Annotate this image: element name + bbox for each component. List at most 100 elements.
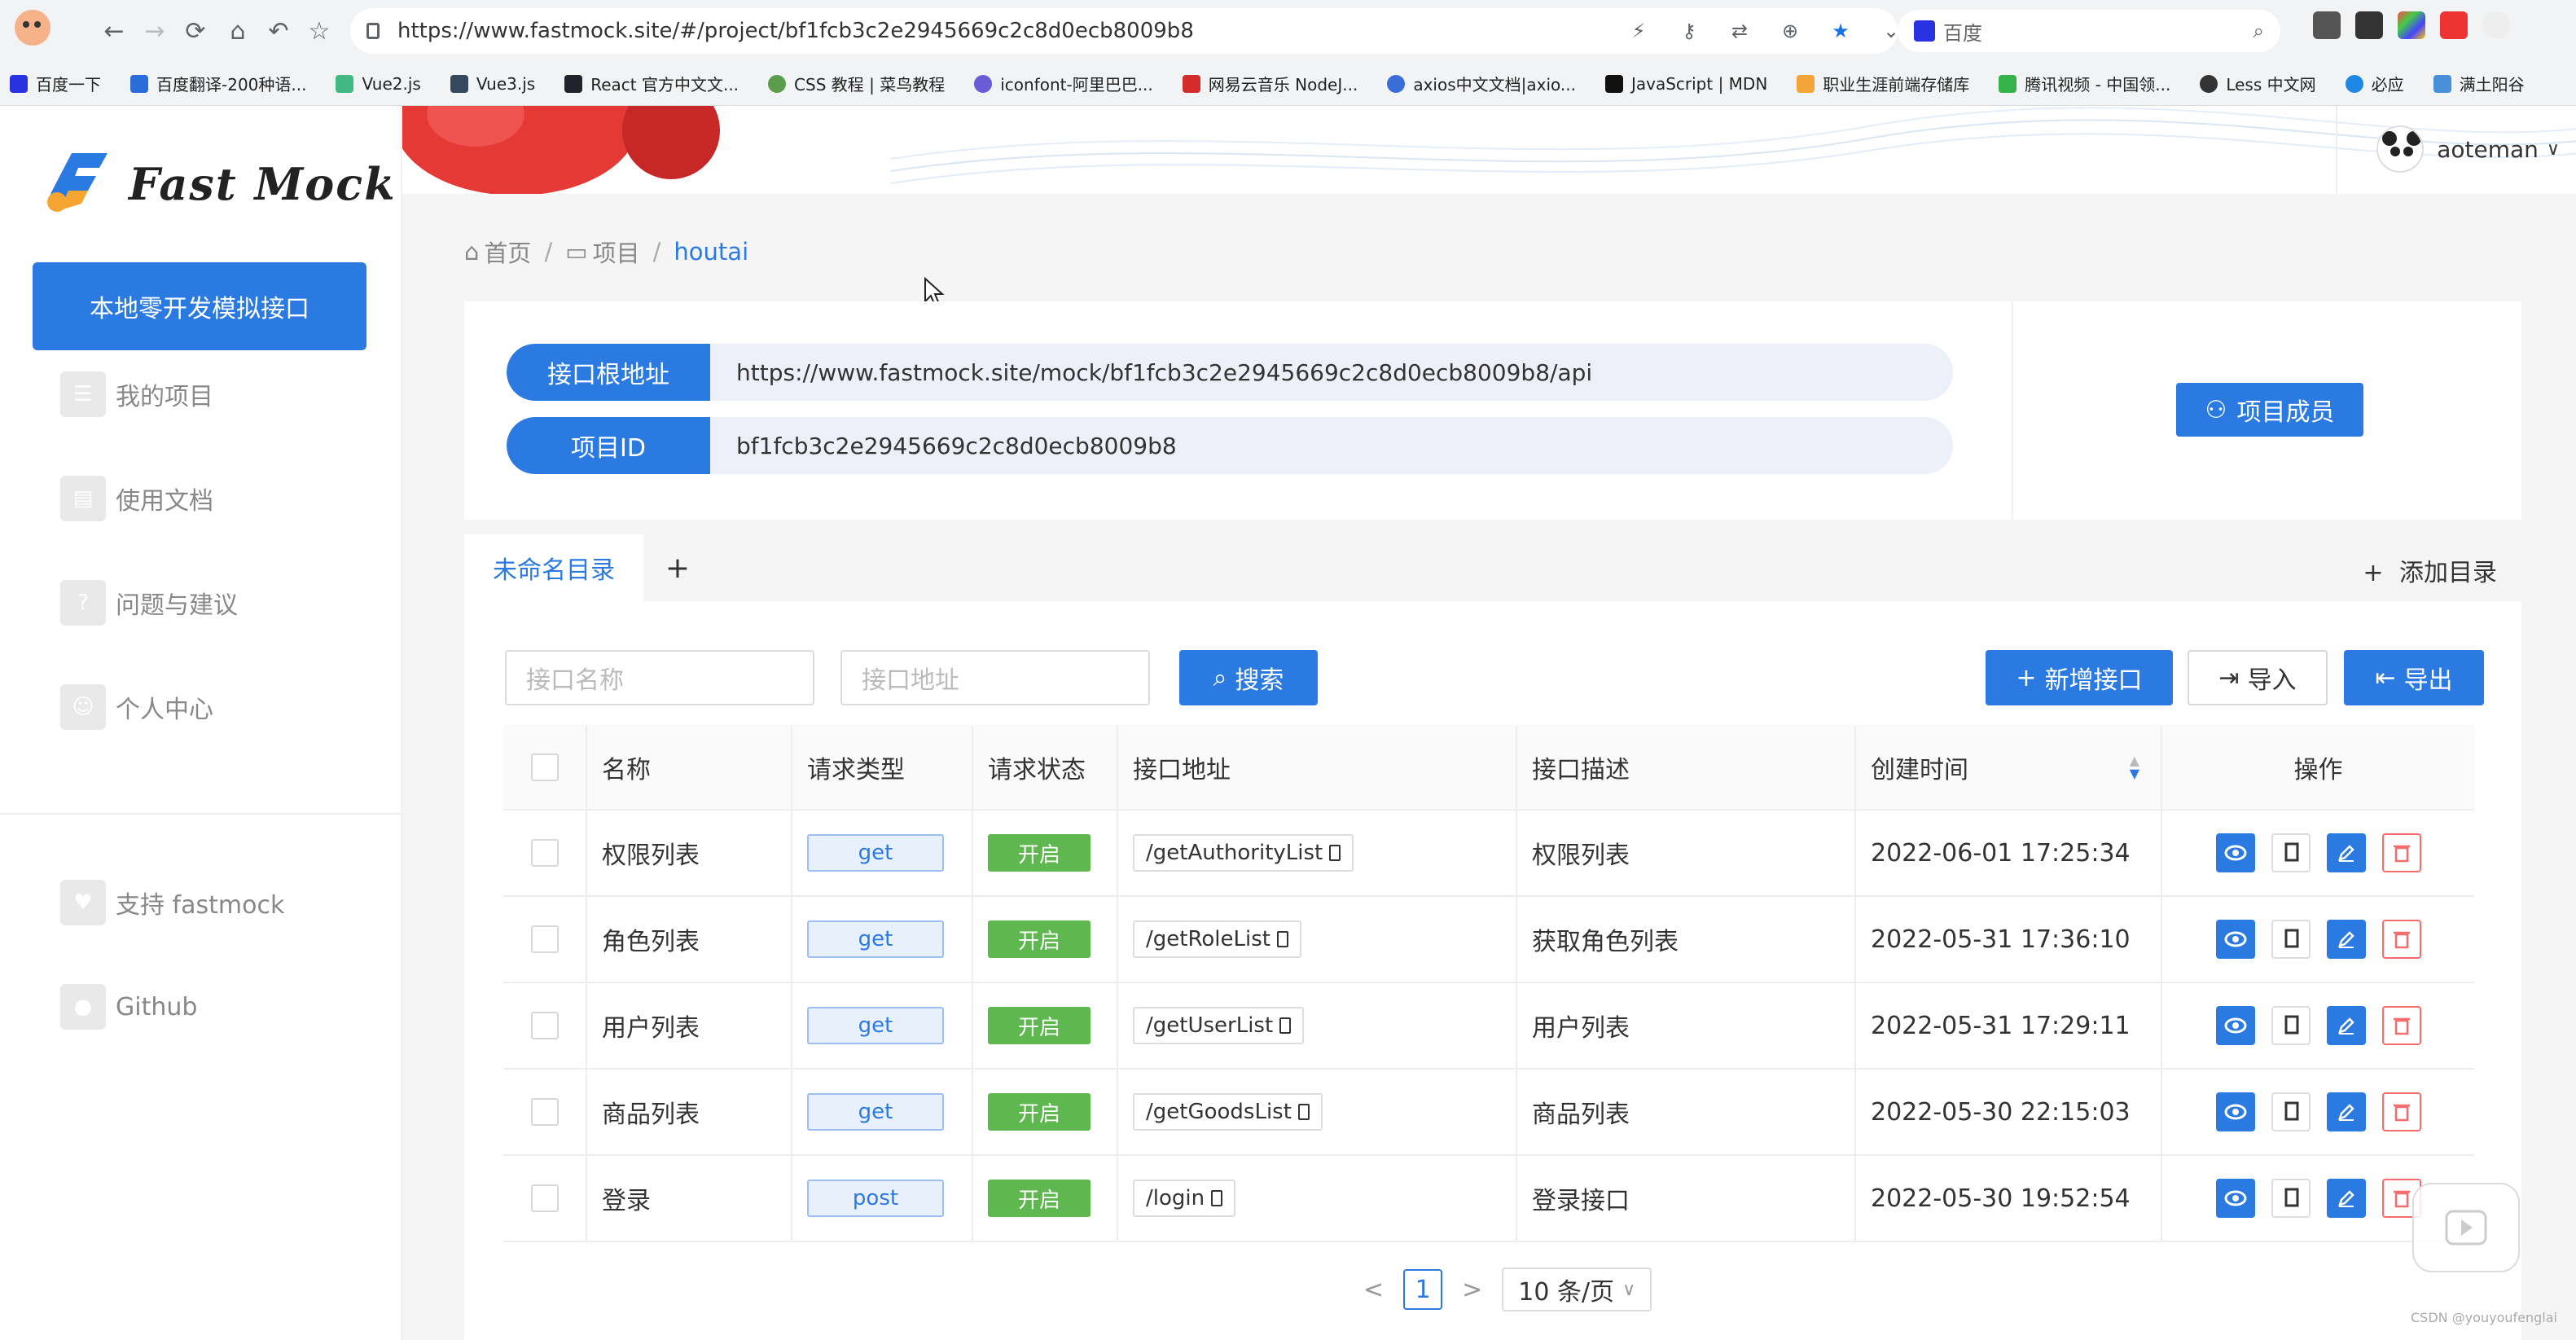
copy-icon[interactable]: [1276, 931, 1288, 947]
copy-button[interactable]: [2271, 833, 2311, 872]
status-toggle[interactable]: 开启: [988, 920, 1091, 958]
lightning-icon[interactable]: ⚡: [1621, 13, 1657, 49]
view-button[interactable]: [2215, 1179, 2255, 1218]
path-tag[interactable]: /getRoleList: [1133, 920, 1301, 958]
moon-icon[interactable]: [2482, 11, 2510, 39]
sidebar-item-support[interactable]: ♥ 支持 fastmock: [60, 880, 284, 925]
next-page-button[interactable]: >: [1462, 1276, 1482, 1304]
bookmark[interactable]: axios中文文档|axio...: [1387, 72, 1576, 95]
interface-name-input[interactable]: 接口名称: [505, 650, 814, 705]
local-mock-cta-button[interactable]: 本地零开发模拟接口: [33, 262, 366, 350]
bookmark[interactable]: 满土阳谷: [2433, 72, 2525, 95]
extension-icon[interactable]: [2440, 11, 2468, 39]
breadcrumb-home[interactable]: 首页: [484, 235, 531, 269]
star-filled-icon[interactable]: ★: [1823, 13, 1858, 49]
view-button[interactable]: [2215, 833, 2255, 872]
copy-icon[interactable]: [1211, 1190, 1223, 1206]
import-button[interactable]: ⇥ 导入: [2188, 650, 2328, 705]
view-button[interactable]: [2215, 920, 2255, 959]
copy-icon[interactable]: [1329, 845, 1341, 861]
sort-icon[interactable]: ▲ ▼: [2130, 754, 2139, 780]
project-members-button[interactable]: ⚇ 项目成员: [2176, 383, 2363, 437]
breadcrumb-projects[interactable]: 项目: [593, 235, 640, 269]
undo-icon[interactable]: ↶: [261, 13, 296, 49]
project-id-value[interactable]: bf1fcb3c2e2945669c2c8d0ecb8009b8: [710, 433, 1177, 459]
edit-button[interactable]: [2326, 1006, 2366, 1045]
search-icon[interactable]: ⌕: [2253, 20, 2264, 42]
bookmark[interactable]: iconfont-阿里巴巴...: [974, 72, 1153, 95]
status-toggle[interactable]: 开启: [988, 1093, 1091, 1131]
reload-icon[interactable]: ⟳: [178, 13, 213, 49]
bookmark[interactable]: Vue3.js: [450, 74, 535, 94]
status-toggle[interactable]: 开启: [988, 1180, 1091, 1217]
extension-icon[interactable]: [2355, 11, 2383, 39]
prev-page-button[interactable]: <: [1363, 1276, 1384, 1304]
copy-icon[interactable]: [1279, 1017, 1292, 1034]
forward-icon[interactable]: →: [137, 13, 173, 49]
delete-button[interactable]: [2381, 1006, 2421, 1045]
bookmark[interactable]: 职业生涯前端存储库: [1797, 72, 1969, 95]
add-tab-button[interactable]: +: [645, 534, 710, 601]
status-toggle[interactable]: 开启: [988, 1007, 1091, 1044]
page-size-select[interactable]: 10 条/页 ∨: [1502, 1268, 1652, 1311]
brand-logo[interactable]: Fast Mock: [39, 145, 397, 223]
delete-button[interactable]: [2381, 1092, 2421, 1131]
sidebar-item-docs[interactable]: ▤ 使用文档: [60, 476, 213, 521]
tab-unnamed-directory[interactable]: 未命名目录: [464, 534, 643, 601]
bookmark[interactable]: Vue2.js: [336, 74, 421, 94]
edit-button[interactable]: [2326, 833, 2366, 872]
delete-button[interactable]: [2381, 920, 2421, 959]
edit-button[interactable]: [2326, 1179, 2366, 1218]
row-checkbox[interactable]: [531, 1012, 559, 1039]
path-tag[interactable]: /getGoodsList: [1133, 1093, 1323, 1131]
video-play-overlay[interactable]: [2412, 1183, 2520, 1272]
home-icon[interactable]: ⌂: [220, 13, 256, 49]
bookmark[interactable]: 网易云音乐 NodeJ...: [1182, 72, 1358, 95]
page-number-button[interactable]: 1: [1403, 1269, 1443, 1310]
export-button[interactable]: ⇤ 导出: [2344, 650, 2484, 705]
star-outline-icon[interactable]: ☆: [301, 13, 337, 49]
sidebar-item-my-projects[interactable]: ☰ 我的项目: [60, 371, 213, 417]
interface-path-input[interactable]: 接口地址: [840, 650, 1150, 705]
extension-icon[interactable]: [2398, 11, 2425, 39]
search-engine-box[interactable]: 百度 ⌕: [1898, 10, 2280, 52]
root-url-value[interactable]: https://www.fastmock.site/mock/bf1fcb3c2…: [710, 359, 1592, 386]
copy-button[interactable]: [2271, 1092, 2311, 1131]
profile-icon[interactable]: [8, 3, 57, 52]
new-interface-button[interactable]: + 新增接口: [1986, 650, 2173, 705]
translate-icon[interactable]: ⇄: [1722, 13, 1758, 49]
path-tag[interactable]: /login: [1133, 1180, 1236, 1217]
bookmark[interactable]: 百度翻译-200种语...: [130, 72, 306, 95]
path-tag[interactable]: /getAuthorityList: [1133, 834, 1354, 872]
copy-icon[interactable]: [1297, 1104, 1310, 1120]
sidebar-item-github[interactable]: ● Github: [60, 984, 197, 1030]
row-checkbox[interactable]: [531, 839, 559, 867]
bookmark[interactable]: CSS 教程 | 菜鸟教程: [768, 72, 945, 95]
sidebar-item-feedback[interactable]: ? 问题与建议: [60, 580, 238, 626]
bookmark[interactable]: JavaScript | MDN: [1604, 74, 1767, 94]
copy-button[interactable]: [2271, 1006, 2311, 1045]
extension-icon[interactable]: [2313, 11, 2341, 39]
user-menu[interactable]: aoteman ∨: [2376, 125, 2560, 173]
view-button[interactable]: [2215, 1092, 2255, 1131]
row-checkbox[interactable]: [531, 925, 559, 953]
created-time-header[interactable]: 创建时间 ▲ ▼: [1855, 725, 2162, 811]
copy-button[interactable]: [2271, 920, 2311, 959]
back-icon[interactable]: ←: [96, 13, 132, 49]
path-tag[interactable]: /getUserList: [1133, 1007, 1305, 1044]
bookmark[interactable]: Less 中文网: [2200, 72, 2316, 95]
delete-button[interactable]: [2381, 833, 2421, 872]
sidebar-item-profile[interactable]: ☺ 个人中心: [60, 684, 213, 730]
copy-button[interactable]: [2271, 1179, 2311, 1218]
edit-button[interactable]: [2326, 1092, 2366, 1131]
select-all-checkbox[interactable]: [531, 753, 559, 781]
bookmark[interactable]: 必应: [2345, 72, 2404, 95]
zoom-icon[interactable]: ⊕: [1772, 13, 1808, 49]
row-checkbox[interactable]: [531, 1098, 559, 1126]
bookmark[interactable]: 腾讯视频 - 中国领...: [1999, 72, 2170, 95]
view-button[interactable]: [2215, 1006, 2255, 1045]
edit-button[interactable]: [2326, 920, 2366, 959]
row-checkbox[interactable]: [531, 1184, 559, 1212]
search-button[interactable]: ⌕ 搜索: [1179, 650, 1318, 705]
bookmark[interactable]: React 官方中文文...: [564, 72, 739, 95]
